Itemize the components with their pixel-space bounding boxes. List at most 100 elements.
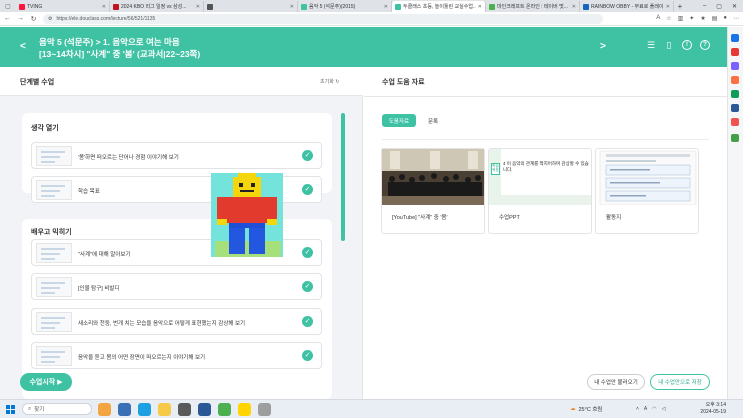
favorite-icon[interactable]: ☆ (666, 15, 671, 22)
taskbar-search[interactable]: ⌕ 찾기 (22, 403, 92, 415)
completed-check-icon[interactable]: ✓ (302, 350, 313, 361)
tab-favicon-icon (489, 3, 495, 10)
completed-check-icon[interactable]: ✓ (302, 184, 313, 195)
games-icon[interactable] (731, 76, 739, 84)
split-screen-icon[interactable]: ▥ (678, 15, 684, 22)
kakaotalk-icon[interactable] (238, 403, 251, 416)
tab-favicon-icon (113, 3, 119, 10)
tab-list[interactable]: 문록 (422, 114, 444, 127)
tab-close-icon[interactable]: ✕ (102, 4, 106, 10)
step-label: 학습 목표 (78, 189, 100, 195)
lesson-step-item[interactable]: '봄'하면 떠오르는 단어나 경험 이야기해 보기 ✓ (31, 142, 322, 169)
completed-check-icon[interactable]: ✓ (302, 281, 313, 292)
bookmark-icon[interactable]: ▯ (664, 40, 674, 50)
search-icon: ⌕ (28, 405, 32, 412)
ppt-slide-thumbnail: 학습 목표 4 이 음악의 관계를 짝지어하며 감상할 수 있습니다. (489, 149, 591, 205)
load-my-plan-button[interactable]: 내 수업안 불러오기 (587, 374, 645, 390)
shopping-icon[interactable] (731, 48, 739, 56)
volume-icon[interactable]: ◁ (662, 406, 666, 412)
tab-close-icon[interactable]: ✕ (290, 4, 294, 10)
more-icon[interactable]: ⋯ (733, 15, 739, 22)
outlook-icon[interactable] (731, 104, 739, 112)
maximize-icon[interactable]: ▢ (716, 3, 722, 10)
browser-tab[interactable]: TVING ✕ (16, 1, 110, 12)
reload-icon[interactable]: ↻ (30, 15, 37, 23)
address-bar: ← → ↻ ⚙ https://ele.douclass.com/lecture… (0, 12, 743, 26)
search-icon[interactable] (731, 34, 739, 42)
resource-card-ppt[interactable]: 학습 목표 4 이 음악의 관계를 짝지어하며 감상할 수 있습니다. 수업PP… (488, 148, 592, 234)
weather-widget[interactable]: ☁ 25°C 흐림 (570, 405, 602, 413)
back-icon[interactable]: ← (4, 15, 11, 22)
task-view-icon[interactable] (118, 403, 131, 416)
next-lesson-icon[interactable]: > (600, 41, 606, 52)
reset-button[interactable]: 초기화 ↻ (320, 78, 339, 85)
browser-tab[interactable]: 마인크래프트 온라인 : 테이버 멋... ✕ (486, 1, 580, 12)
ime-icon[interactable]: A (644, 406, 647, 412)
system-tray: ˄ A ◠ ◁ (636, 406, 666, 412)
browser-tab[interactable]: 두클래스 초등, 놀이툴린 교실수업... ✕ (392, 1, 486, 12)
tray-chevron-icon[interactable]: ˄ (636, 406, 639, 412)
resources-panel-title: 수업 도움 자료 (382, 79, 425, 86)
completed-check-icon[interactable]: ✓ (302, 247, 313, 258)
divider (364, 96, 727, 97)
tools-icon[interactable] (731, 62, 739, 70)
forward-icon[interactable]: → (17, 15, 24, 22)
tab-label: 음악 5 (석문주)(2015) (309, 4, 356, 10)
lesson-step-item[interactable]: 새소리와 천둥, 번개 치는 모습을 음악으로 어떻게 표현했는지 감상해 보기… (31, 308, 322, 335)
steps-scrollbar[interactable] (341, 113, 345, 241)
step-thumbnail (36, 146, 72, 166)
file-explorer-icon[interactable] (158, 403, 171, 416)
new-tab-button[interactable]: + (674, 2, 686, 11)
clock-time: 오후 3:14 (705, 402, 726, 408)
tab-close-icon[interactable]: ✕ (666, 4, 670, 10)
info-icon[interactable]: ! (682, 40, 692, 50)
lesson-step-item[interactable]: 음악을 듣고 봄의 어떤 장면이 떠오르는지 이야기해 보기 ✓ (31, 342, 322, 369)
site-info-icon[interactable]: ⚙ (48, 16, 52, 22)
completed-check-icon[interactable]: ✓ (302, 150, 313, 161)
close-window-icon[interactable]: ✕ (732, 3, 737, 10)
profile-icon[interactable]: ● (723, 15, 727, 22)
lesson-step-item[interactable]: [인물 탐구] 비발디 ✓ (31, 273, 322, 300)
extensions-icon[interactable]: ✦ (689, 15, 694, 22)
taskbar-search-placeholder: 찾기 (34, 407, 45, 413)
tab-close-icon[interactable]: ✕ (384, 4, 388, 10)
resource-card-worksheet[interactable]: 활동지 (595, 148, 699, 234)
browser-tab[interactable]: RAINBOW OBBY - 무료로 플레이... ✕ (580, 1, 674, 12)
tab-actions-icon[interactable]: ▢ (0, 1, 16, 12)
app-icon[interactable] (218, 403, 231, 416)
help-icon[interactable]: ? (700, 40, 710, 50)
completed-check-icon[interactable]: ✓ (302, 316, 313, 327)
tab-close-icon[interactable]: ✕ (196, 4, 200, 10)
minimize-icon[interactable]: – (703, 3, 706, 10)
browser-tab[interactable]: ✕ (204, 1, 298, 12)
step-thumbnail (36, 312, 72, 332)
mail-icon[interactable] (198, 403, 211, 416)
resource-card-youtube[interactable]: [YouTube] "사계" 중 '봄' (381, 148, 485, 234)
start-class-button[interactable]: 수업시작 ▶ (20, 373, 72, 391)
settings-icon[interactable] (258, 403, 271, 416)
app-icon[interactable] (731, 118, 739, 126)
office-icon[interactable] (731, 90, 739, 98)
step-thumbnail (36, 180, 72, 200)
tab-close-icon[interactable]: ✕ (572, 4, 576, 10)
start-menu-icon[interactable] (6, 405, 15, 414)
resources-panel: 수업 도움 자료 도움자료 문록 [YouTube] "사계" 중 '봄' 학습… (364, 67, 727, 399)
save-my-plan-button[interactable]: 내 수업안으로 저장 (650, 374, 710, 390)
browser-tab[interactable]: 음악 5 (석문주)(2015) ✕ (298, 1, 392, 12)
tab-resources[interactable]: 도움자료 (382, 114, 416, 127)
clock[interactable]: 오후 3:14 2024-05-19 (690, 402, 726, 416)
browser-tab[interactable]: 2024 KBO 리그 일정 vs 삼성... ✕ (110, 1, 204, 12)
favorites-bar-icon[interactable]: ★ (700, 15, 705, 22)
url-field[interactable]: ⚙ https://ele.douclass.com/lecture/56/52… (43, 13, 603, 24)
wifi-icon[interactable]: ◠ (652, 406, 656, 412)
clock-date: 2024-05-19 (700, 409, 726, 415)
edge-icon[interactable] (138, 403, 151, 416)
store-icon[interactable] (178, 403, 191, 416)
add-app-icon[interactable] (731, 134, 739, 142)
menu-icon[interactable]: ☰ (646, 40, 656, 50)
widget-icon[interactable] (98, 403, 111, 416)
tab-close-icon[interactable]: ✕ (478, 4, 482, 10)
collections-icon[interactable]: ▤ (712, 15, 718, 22)
read-aloud-icon[interactable]: A (656, 15, 660, 22)
prev-lesson-icon[interactable]: < (20, 41, 26, 52)
